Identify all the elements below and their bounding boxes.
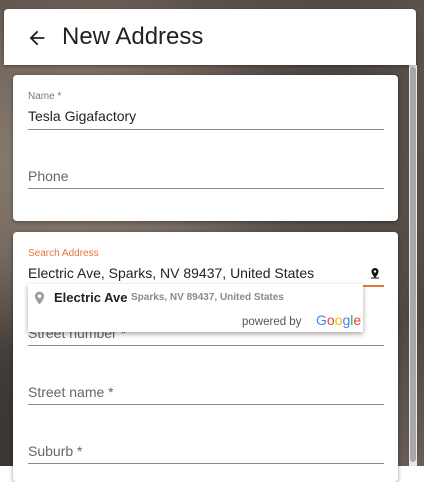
suburb-placeholder: Suburb *	[28, 443, 83, 459]
map-pin-icon[interactable]	[369, 266, 381, 280]
street-name-placeholder: Street name *	[28, 384, 114, 400]
contact-card: Name * Tesla Gigafactory Phone	[13, 75, 398, 221]
search-address-value[interactable]: Electric Ave, Sparks, NV 89437, United S…	[28, 265, 314, 281]
street-name-field[interactable]: Street name *	[28, 381, 384, 407]
name-underline	[28, 129, 384, 130]
map-marker-icon	[34, 291, 45, 305]
google-logo: Google	[316, 312, 362, 328]
autocomplete-item[interactable]: Electric Ave Sparks, NV 89437, United St…	[28, 284, 363, 310]
phone-underline	[28, 188, 384, 189]
street-name-underline	[28, 404, 384, 405]
search-address-label: Search Address	[28, 248, 99, 259]
scrollbar-thumb[interactable]	[410, 67, 416, 462]
search-address-field[interactable]: Search Address Electric Ave, Sparks, NV …	[28, 248, 384, 288]
suburb-underline	[28, 463, 384, 464]
suburb-field[interactable]: Suburb *	[28, 440, 384, 466]
name-value[interactable]: Tesla Gigafactory	[28, 108, 136, 124]
phone-placeholder: Phone	[28, 168, 69, 184]
arrow-left-icon[interactable]	[26, 27, 48, 49]
autocomplete-main-text: Electric Ave	[54, 290, 128, 305]
name-label: Name *	[28, 91, 62, 102]
app-bar: New Address	[4, 9, 416, 65]
name-field[interactable]: Name * Tesla Gigafactory	[28, 91, 384, 131]
autocomplete-dropdown: Electric Ave Sparks, NV 89437, United St…	[28, 284, 363, 332]
page-title: New Address	[62, 23, 204, 50]
autocomplete-secondary-text: Sparks, NV 89437, United States	[131, 292, 284, 303]
street-number-underline	[28, 345, 384, 346]
powered-by-text: powered by	[242, 316, 302, 328]
address-card: Search Address Electric Ave, Sparks, NV …	[13, 232, 398, 482]
phone-field[interactable]: Phone	[28, 165, 384, 191]
